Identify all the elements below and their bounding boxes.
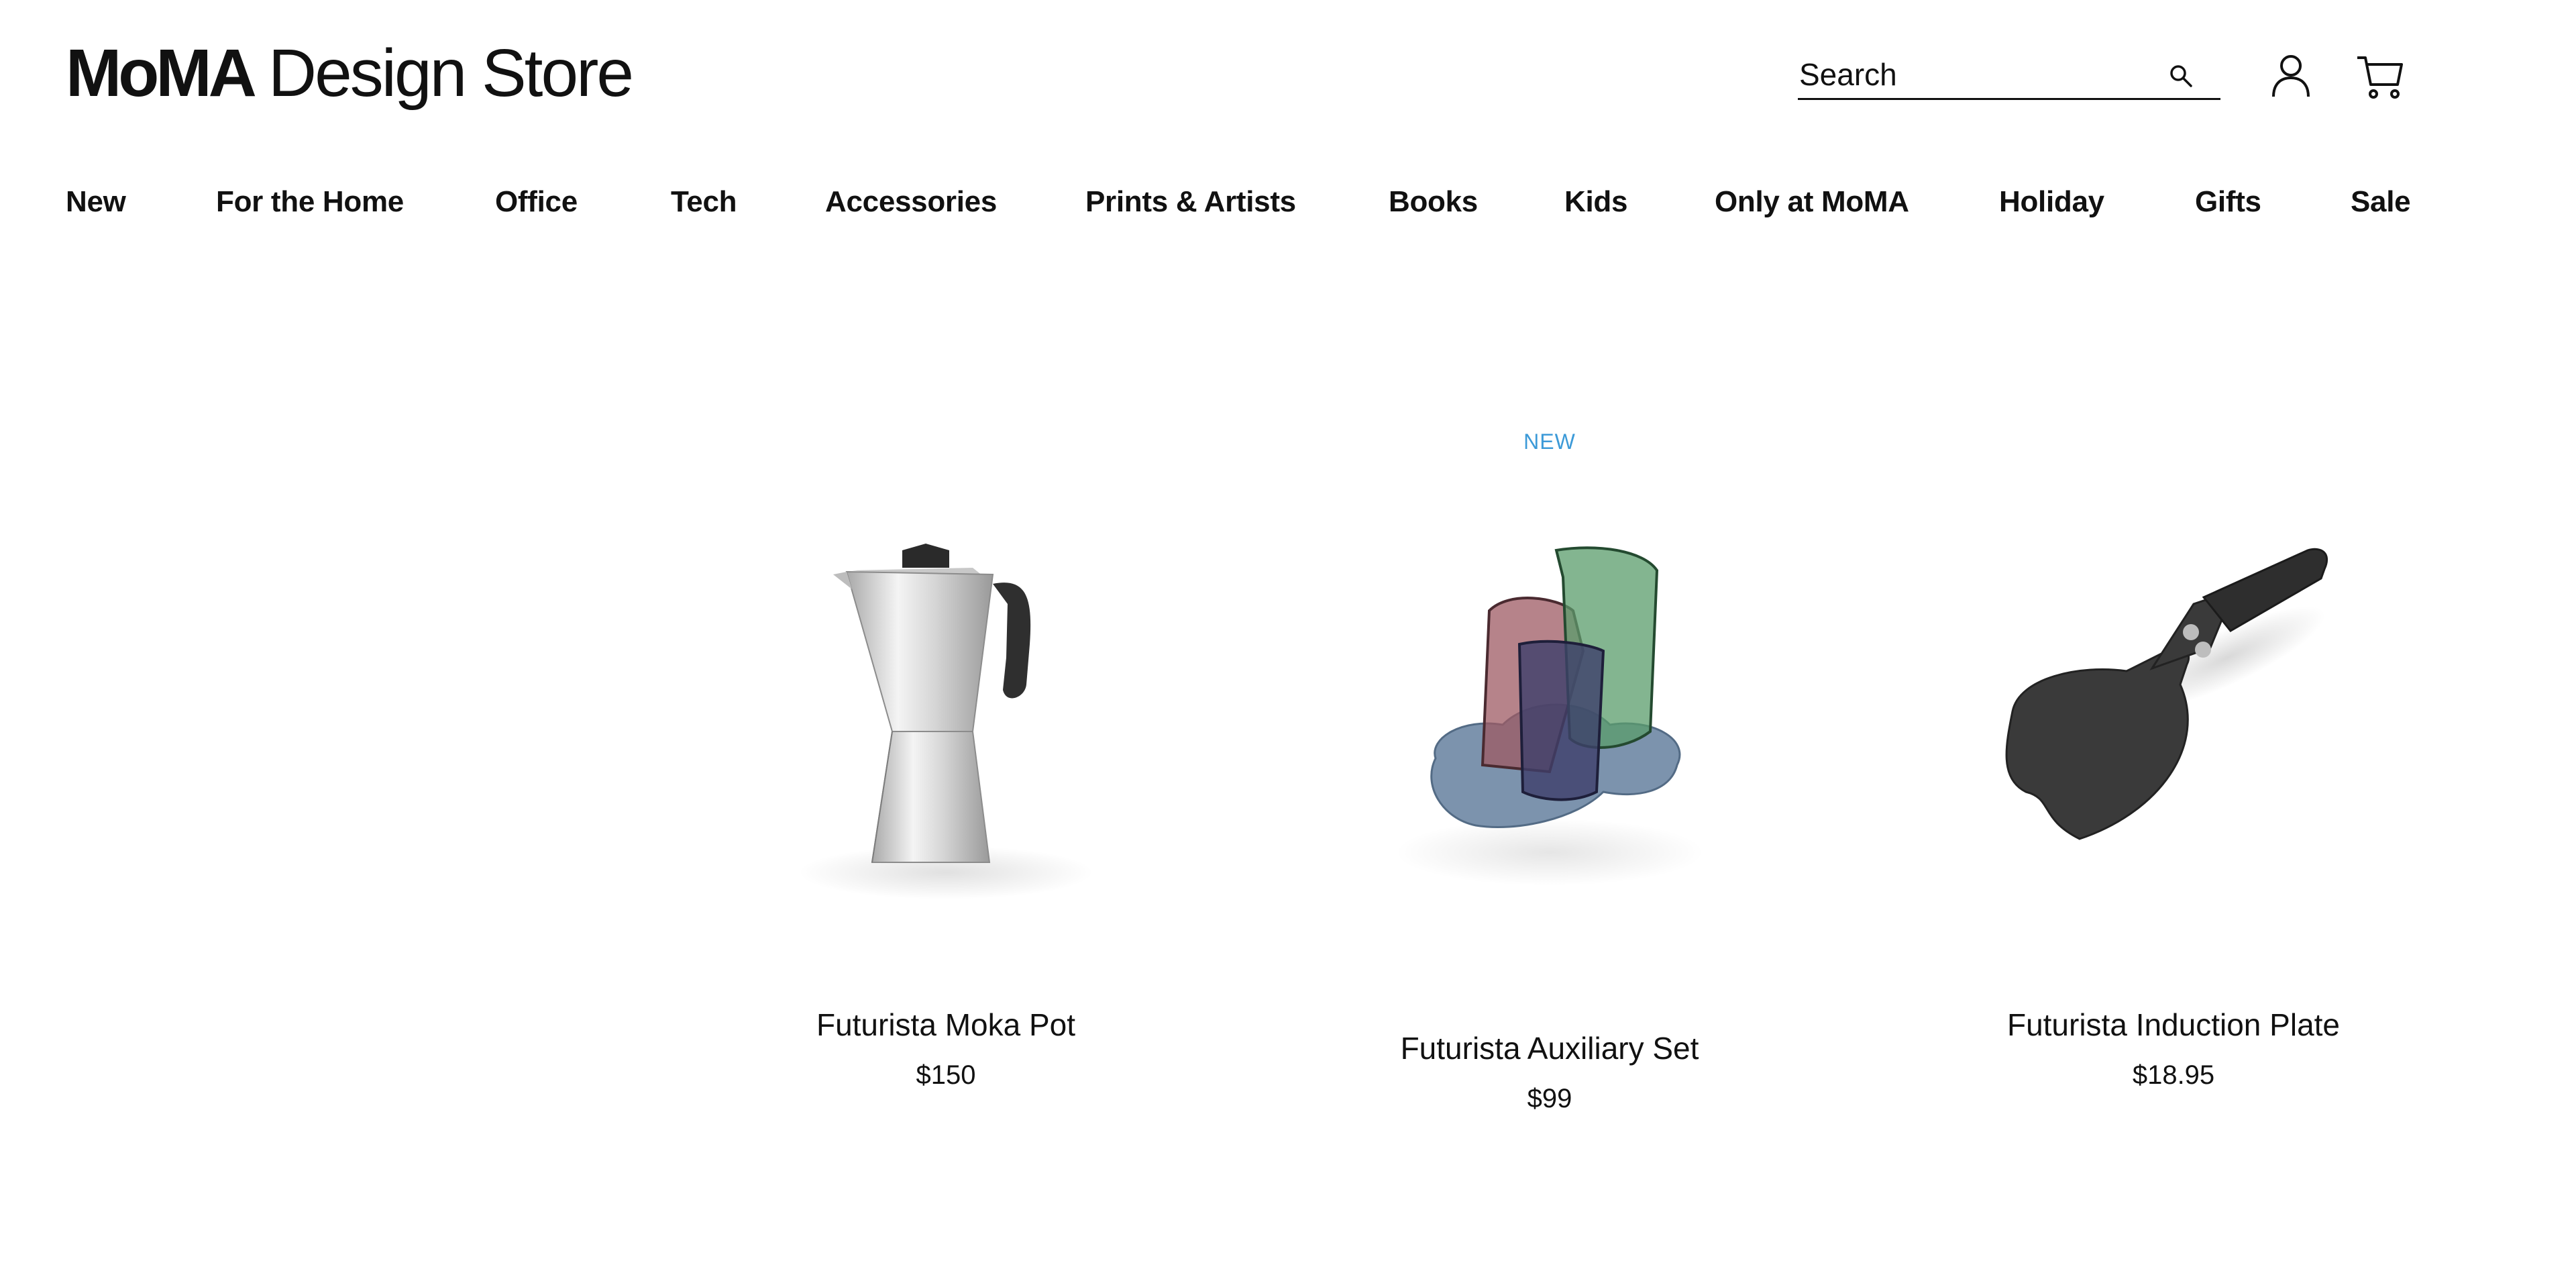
- nav-item-books[interactable]: Books: [1389, 185, 1478, 219]
- product-price: $150: [916, 1060, 976, 1090]
- nav-item-new[interactable]: New: [66, 185, 126, 219]
- nav-item-office[interactable]: Office: [495, 185, 578, 219]
- account-icon[interactable]: [2270, 52, 2312, 98]
- cart-icon[interactable]: [2356, 54, 2406, 99]
- product-name[interactable]: Futurista Induction Plate: [1972, 1007, 2375, 1043]
- product-card[interactable]: Futurista Auxiliary Set $99: [1382, 510, 1717, 1134]
- nav-item-prints-artists[interactable]: Prints & Artists: [1085, 185, 1296, 219]
- store-logo[interactable]: MoMA Design Store: [66, 35, 634, 112]
- search-icon[interactable]: [2167, 62, 2195, 90]
- nav-item-accessories[interactable]: Accessories: [825, 185, 997, 219]
- nav-item-sale[interactable]: Sale: [2351, 185, 2411, 219]
- nav-item-gifts[interactable]: Gifts: [2195, 185, 2261, 219]
- nav-item-tech[interactable]: Tech: [671, 185, 737, 219]
- nav-item-only-at-moma[interactable]: Only at MoMA: [1715, 185, 1909, 219]
- logo-brand: MoMA: [66, 36, 257, 111]
- main-nav: New For the Home Office Tech Accessories…: [0, 185, 2576, 239]
- search-input[interactable]: [1798, 56, 2161, 93]
- nav-item-for-the-home[interactable]: For the Home: [216, 185, 404, 219]
- product-card[interactable]: Futurista Moka Pot $150: [771, 510, 1120, 1114]
- product-card[interactable]: Futurista Induction Plate $18.95: [1972, 510, 2375, 1114]
- new-badge: NEW: [1523, 429, 1576, 454]
- product-name[interactable]: Futurista Moka Pot: [771, 1007, 1120, 1043]
- logo-subtitle: Design Store: [268, 36, 634, 111]
- product-price: $18.95: [2132, 1060, 2215, 1090]
- product-image-induction-plate[interactable]: [1972, 530, 2375, 879]
- nav-item-holiday[interactable]: Holiday: [1999, 185, 2104, 219]
- nav-item-kids[interactable]: Kids: [1564, 185, 1627, 219]
- search-bar: [1798, 51, 2220, 100]
- product-image-auxiliary-set[interactable]: [1382, 537, 1717, 940]
- product-name[interactable]: Futurista Auxiliary Set: [1382, 1030, 1717, 1066]
- product-price: $99: [1527, 1084, 1572, 1113]
- product-image-moka-pot[interactable]: [771, 510, 1120, 926]
